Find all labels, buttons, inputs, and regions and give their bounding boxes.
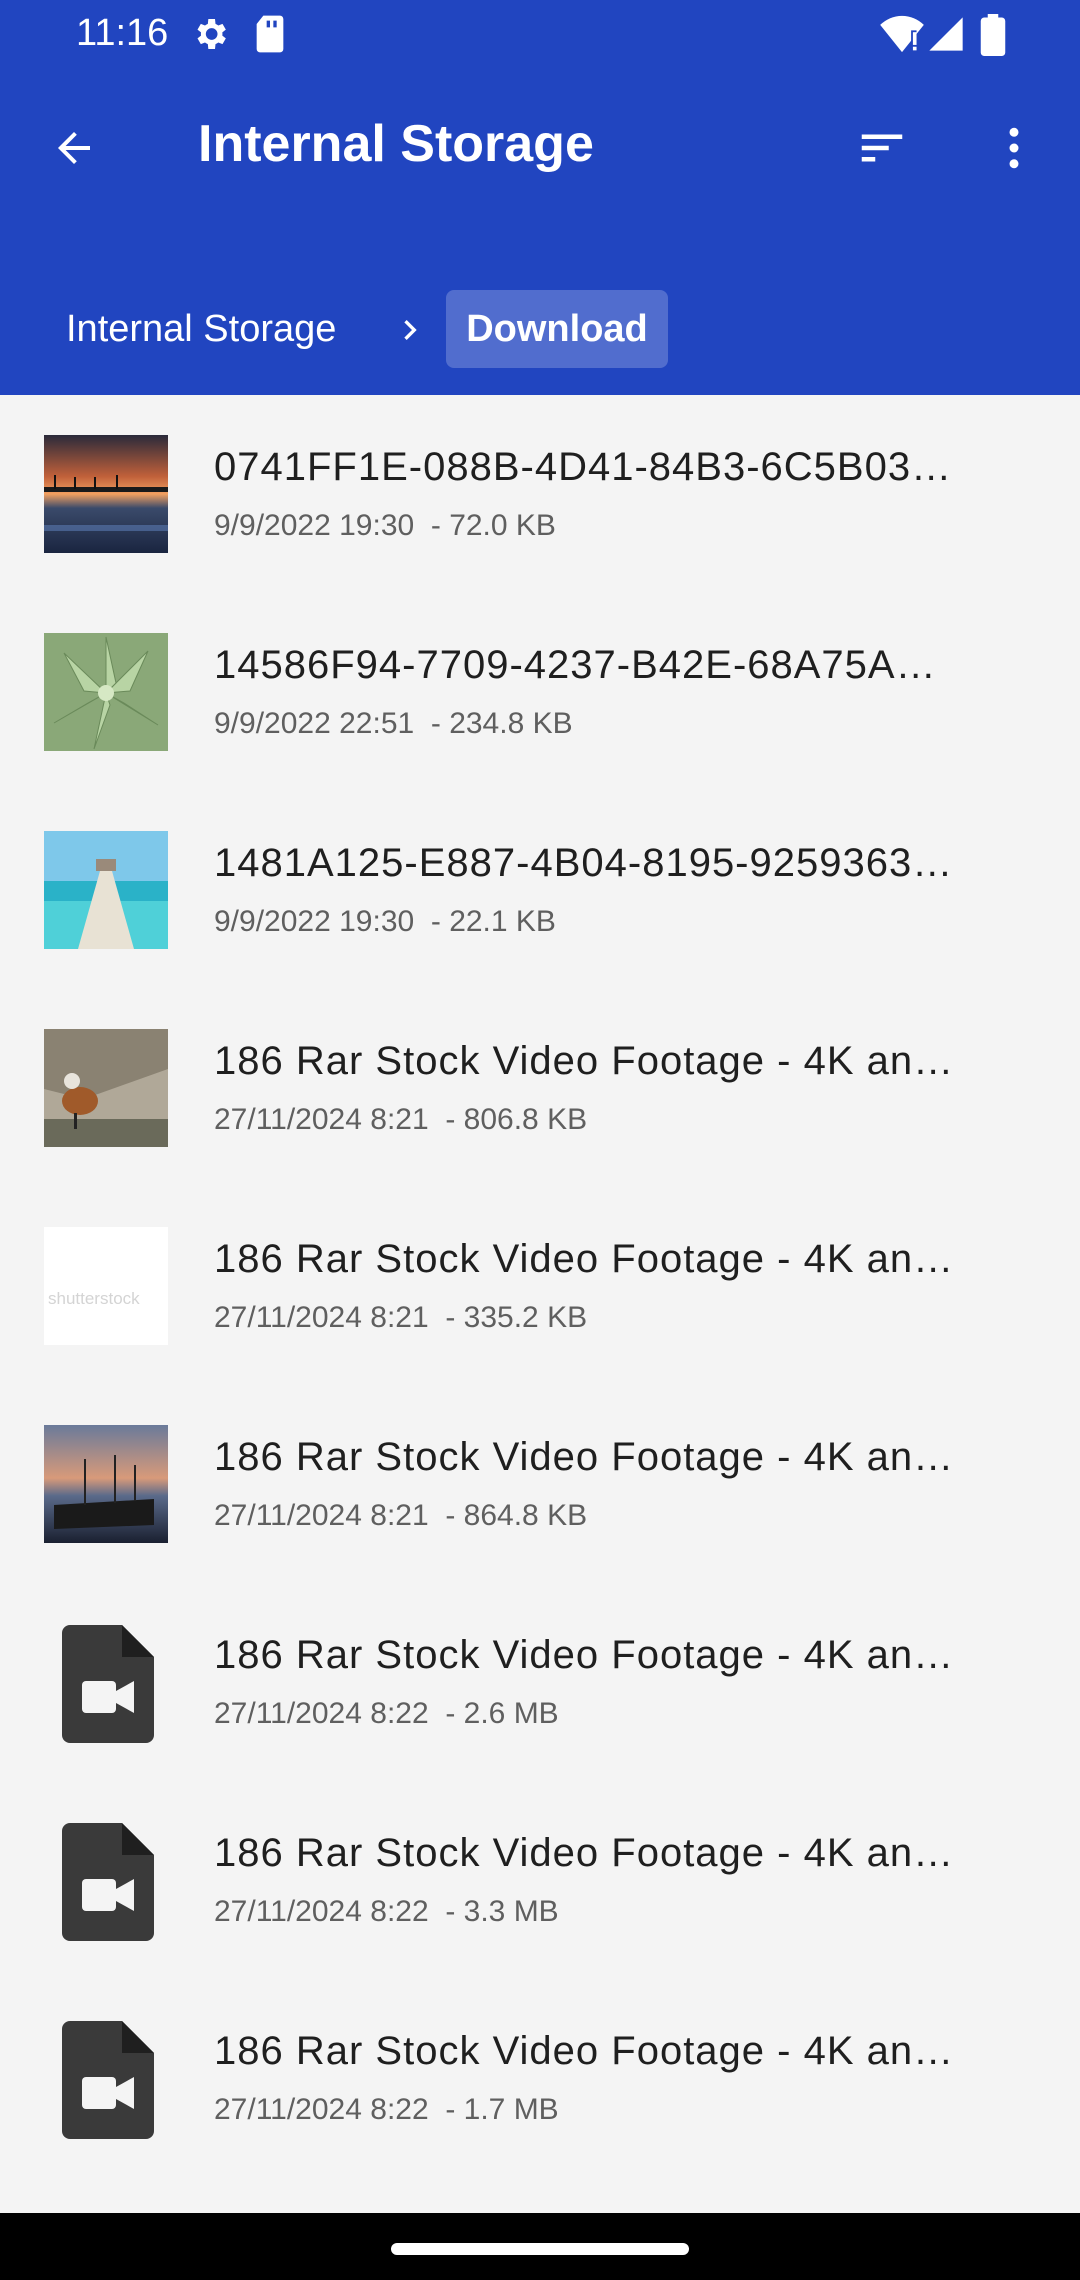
file-date: 27/11/2024 8:21 bbox=[214, 1103, 429, 1136]
file-size: 864.8 KB bbox=[463, 1499, 588, 1532]
file-meta: 27/11/2024 8:22 - 1.7 MB bbox=[214, 2093, 559, 2126]
video-file-icon bbox=[62, 1823, 158, 1941]
file-name: 186 Rar Stock Video Footage - 4K an… bbox=[214, 1633, 955, 1677]
file-date: 27/11/2024 8:21 bbox=[214, 1499, 429, 1532]
more-vert-icon bbox=[1009, 127, 1019, 169]
status-bar: 11:16 bbox=[0, 0, 1080, 72]
breadcrumb-current[interactable]: Download bbox=[446, 290, 668, 368]
system-navigation-bar bbox=[0, 2213, 1080, 2280]
file-date: 9/9/2022 19:30 bbox=[214, 509, 415, 542]
file-size: 22.1 KB bbox=[449, 905, 556, 938]
sort-button[interactable] bbox=[846, 112, 918, 184]
breadcrumb: Internal Storage Download bbox=[0, 290, 1080, 370]
file-name: 186 Rar Stock Video Footage - 4K an… bbox=[214, 2029, 955, 2073]
home-gesture-handle[interactable] bbox=[391, 2243, 689, 2255]
file-name: 14586F94-7709-4237-B42E-68A75A… bbox=[214, 643, 937, 687]
thumbnail-image: shutterstock bbox=[44, 1227, 168, 1345]
watermark-text: shutterstock bbox=[48, 1289, 140, 1308]
file-meta: 27/11/2024 8:21 - 335.2 KB bbox=[214, 1301, 588, 1334]
thumbnail-image bbox=[44, 831, 168, 949]
file-size: 806.8 KB bbox=[463, 1103, 588, 1136]
video-file-icon bbox=[62, 2021, 158, 2139]
gear-icon bbox=[190, 14, 230, 59]
file-size: 1.7 MB bbox=[463, 2093, 559, 2126]
page-title: Internal Storage bbox=[198, 115, 594, 173]
file-row[interactable]: 14586F94-7709-4237-B42E-68A75A… 9/9/2022… bbox=[0, 593, 1080, 791]
file-meta: 27/11/2024 8:21 - 806.8 KB bbox=[214, 1103, 588, 1136]
file-name: 186 Rar Stock Video Footage - 4K an… bbox=[214, 1237, 955, 1281]
breadcrumb-root[interactable]: Internal Storage bbox=[66, 308, 336, 351]
file-date: 27/11/2024 8:22 bbox=[214, 2093, 429, 2126]
file-meta: 9/9/2022 19:30 - 22.1 KB bbox=[214, 905, 556, 938]
app-header: 11:16 Internal Storage Internal Storage bbox=[0, 0, 1080, 395]
file-row[interactable]: 1481A125-E887-4B04-8195-9259363… 9/9/202… bbox=[0, 791, 1080, 989]
arrow-back-icon bbox=[58, 132, 90, 164]
file-row[interactable]: 0741FF1E-088B-4D41-84B3-6C5B03… 9/9/2022… bbox=[0, 395, 1080, 593]
chevron-right-icon bbox=[390, 310, 430, 350]
thumbnail-image bbox=[44, 1425, 168, 1543]
file-meta: 9/9/2022 22:51 - 234.8 KB bbox=[214, 707, 573, 740]
file-size: 3.3 MB bbox=[463, 1895, 559, 1928]
thumbnail-image bbox=[44, 1029, 168, 1147]
file-row[interactable]: 186 Rar Stock Video Footage - 4K an… 27/… bbox=[0, 1781, 1080, 1979]
file-date: 9/9/2022 22:51 bbox=[214, 707, 415, 740]
file-meta: 27/11/2024 8:22 - 3.3 MB bbox=[214, 1895, 559, 1928]
wifi-icon bbox=[880, 14, 924, 59]
file-row[interactable]: 186 Rar Stock Video Footage - 4K an… 27/… bbox=[0, 1385, 1080, 1583]
thumbnail-image bbox=[44, 633, 168, 751]
file-meta: 27/11/2024 8:22 - 2.6 MB bbox=[214, 1697, 559, 1730]
file-name: 0741FF1E-088B-4D41-84B3-6C5B03… bbox=[214, 445, 953, 489]
file-row[interactable]: 186 Rar Stock Video Footage - 4K an… 27/… bbox=[0, 989, 1080, 1187]
file-date: 27/11/2024 8:22 bbox=[214, 1697, 429, 1730]
file-row[interactable]: 186 Rar Stock Video Footage - 4K an… 27/… bbox=[0, 1583, 1080, 1781]
file-name: 1481A125-E887-4B04-8195-9259363… bbox=[214, 841, 954, 885]
file-size: 72.0 KB bbox=[449, 509, 556, 542]
thumbnail-image bbox=[44, 435, 168, 553]
file-name: 186 Rar Stock Video Footage - 4K an… bbox=[214, 1831, 955, 1875]
file-row[interactable]: shutterstock 186 Rar Stock Video Footage… bbox=[0, 1187, 1080, 1385]
back-button[interactable] bbox=[38, 112, 110, 184]
file-size: 2.6 MB bbox=[463, 1697, 559, 1730]
file-meta: 27/11/2024 8:21 - 864.8 KB bbox=[214, 1499, 588, 1532]
file-size: 234.8 KB bbox=[449, 707, 573, 740]
battery-icon bbox=[980, 14, 1006, 61]
file-row[interactable]: 186 Rar Stock Video Footage - 4K an… 27/… bbox=[0, 1979, 1080, 2177]
toolbar: Internal Storage bbox=[0, 72, 1080, 212]
sort-icon bbox=[861, 134, 903, 162]
file-date: 27/11/2024 8:22 bbox=[214, 1895, 429, 1928]
file-date: 27/11/2024 8:21 bbox=[214, 1301, 429, 1334]
file-meta: 9/9/2022 19:30 - 72.0 KB bbox=[214, 509, 556, 542]
file-name: 186 Rar Stock Video Footage - 4K an… bbox=[214, 1435, 955, 1479]
file-name: 186 Rar Stock Video Footage - 4K an… bbox=[214, 1039, 955, 1083]
more-options-button[interactable] bbox=[978, 112, 1050, 184]
video-file-icon bbox=[62, 1625, 158, 1743]
file-size: 335.2 KB bbox=[463, 1301, 588, 1334]
file-date: 9/9/2022 19:30 bbox=[214, 905, 415, 938]
sd-card-icon bbox=[252, 14, 288, 59]
signal-icon bbox=[926, 14, 966, 59]
status-time: 11:16 bbox=[76, 12, 169, 54]
